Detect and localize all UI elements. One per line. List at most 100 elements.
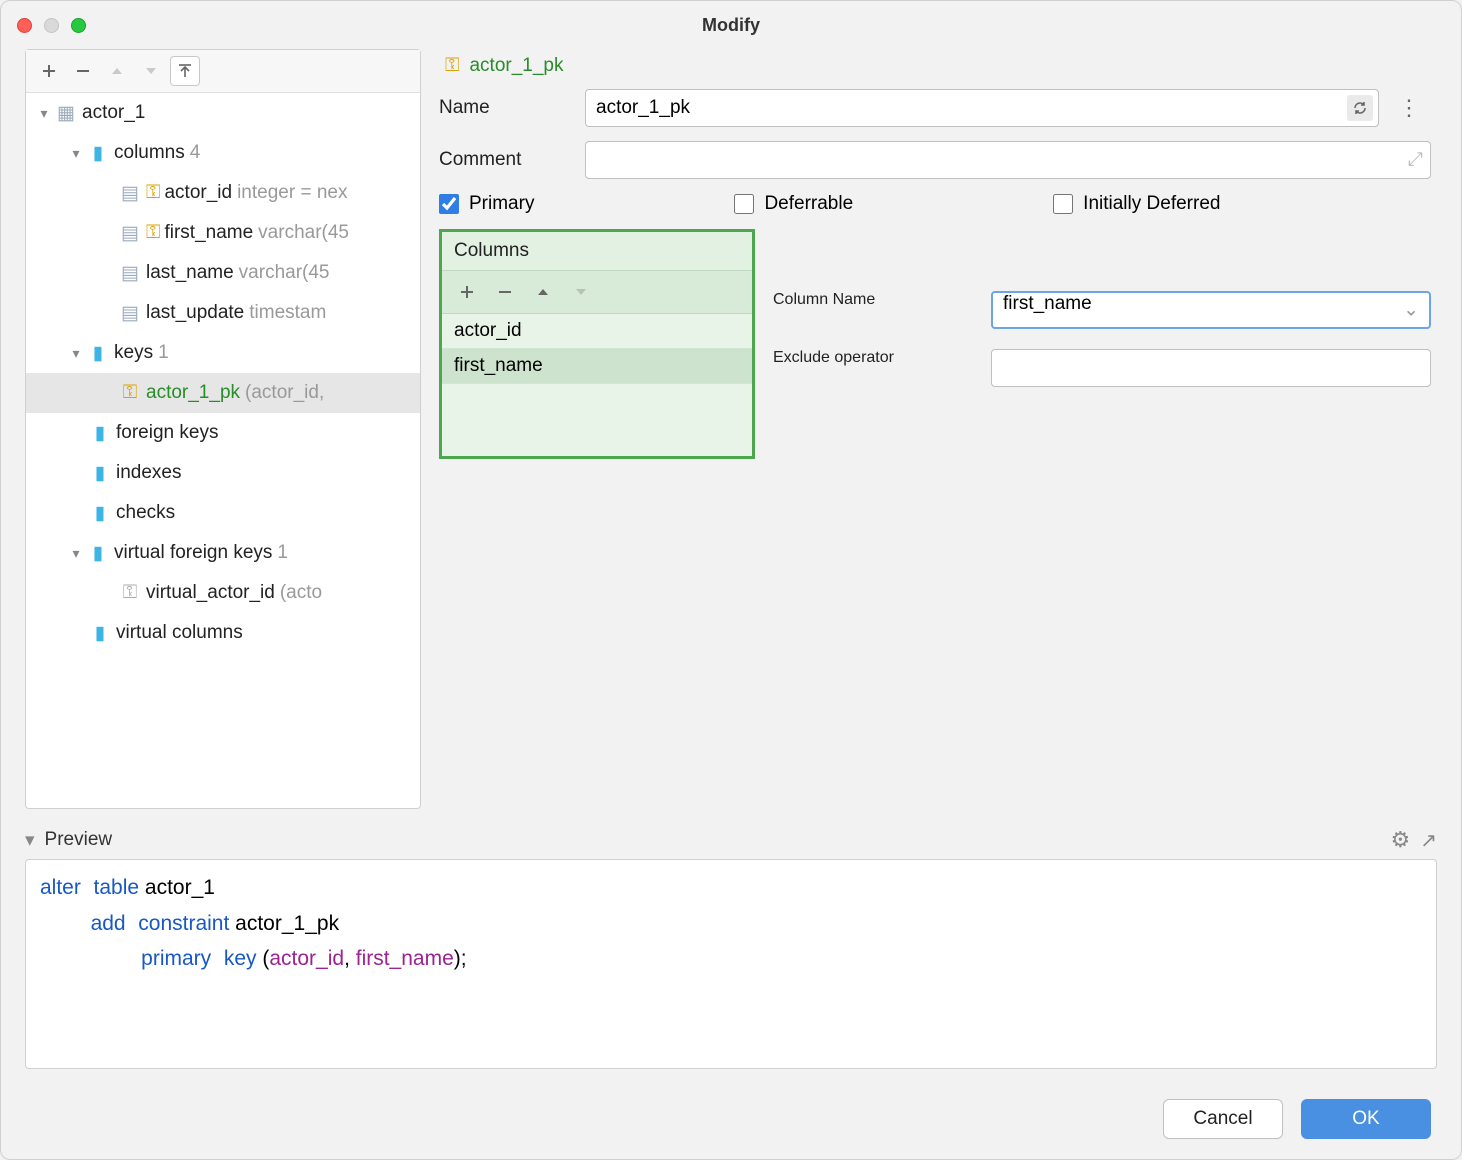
col-add-button[interactable] — [452, 277, 482, 307]
key-name: actor_1_pk — [146, 382, 240, 404]
tree-col-actor-id[interactable]: ▤⚿ actor_id integer = nex — [26, 173, 420, 213]
tree-col-first-name[interactable]: ▤⚿ first_name varchar(45 — [26, 213, 420, 253]
folder-icon: ▮ — [86, 542, 110, 565]
column-name-value: first_name — [1003, 293, 1092, 314]
deferrable-checkbox-label: Deferrable — [764, 193, 853, 215]
collapse-button[interactable] — [170, 56, 200, 86]
column-name-combo[interactable]: first_name ⌄ — [991, 291, 1431, 329]
column-icon: ▤ — [118, 302, 142, 325]
tree-vfk[interactable]: ▾ ▮ virtual foreign keys 1 — [26, 533, 420, 573]
tree-vcols-label: virtual columns — [116, 622, 243, 644]
initdef-checkbox-input[interactable] — [1053, 194, 1073, 214]
col: first_name — [356, 947, 454, 970]
tree-keys-count: 1 — [153, 342, 169, 364]
tree-keys[interactable]: ▾ ▮ keys 1 — [26, 333, 420, 373]
col-remove-button[interactable] — [490, 277, 520, 307]
initdef-checkbox[interactable]: Initially Deferred — [1053, 193, 1220, 215]
column-icon: ▤ — [118, 222, 142, 245]
folder-icon: ▮ — [88, 462, 112, 485]
cancel-button[interactable]: Cancel — [1163, 1099, 1283, 1139]
expand-icon[interactable]: ⤢ — [1408, 149, 1423, 171]
form: Name ⋮ Comment ⤢ Primary Deferrable — [433, 89, 1437, 229]
tree-toolbar — [26, 50, 420, 93]
key-icon: ⚿ — [118, 582, 142, 604]
id: actor_1 — [139, 876, 215, 899]
col-name: last_name — [146, 262, 234, 284]
tree-col-last-update[interactable]: ▤ last_update timestam — [26, 293, 420, 333]
columns-area: Columns actor_id first_name — [433, 229, 1437, 809]
tree-root[interactable]: ▾ ▦ actor_1 — [26, 93, 420, 133]
folder-icon: ▮ — [88, 502, 112, 525]
down-button[interactable] — [136, 56, 166, 86]
top-area: ▾ ▦ actor_1 ▾ ▮ columns 4 ▤⚿ actor_id in… — [25, 49, 1437, 809]
tree-key-actor1pk[interactable]: ⚿ actor_1_pk (actor_id, — [26, 373, 420, 413]
preview-header[interactable]: ▾ Preview ⚙ ↗ — [25, 821, 1437, 859]
comment-label: Comment — [439, 149, 569, 171]
tree-columns[interactable]: ▾ ▮ columns 4 — [26, 133, 420, 173]
kw: alter — [40, 876, 81, 899]
id: actor_1_pk — [229, 912, 339, 935]
folder-icon: ▮ — [86, 142, 110, 165]
tree-foreign-keys[interactable]: ▮ foreign keys — [26, 413, 420, 453]
titlebar: Modify — [1, 1, 1461, 49]
col-name: first_name — [164, 222, 253, 244]
name-input[interactable] — [585, 89, 1379, 127]
up-button[interactable] — [102, 56, 132, 86]
key-sub: (actor_id, — [240, 382, 324, 404]
sql-preview[interactable]: alter table actor_1 add constraint actor… — [25, 859, 1437, 1069]
dialog-buttons: Cancel OK — [25, 1081, 1437, 1139]
comment-input[interactable] — [585, 141, 1431, 179]
preview-title: Preview — [45, 829, 113, 851]
deferrable-checkbox[interactable]: Deferrable — [734, 193, 853, 215]
exclude-input[interactable] — [991, 349, 1431, 387]
object-tree[interactable]: ▾ ▦ actor_1 ▾ ▮ columns 4 ▤⚿ actor_id in… — [26, 93, 420, 808]
tree-col-last-name[interactable]: ▤ last_name varchar(45 — [26, 253, 420, 293]
gear-icon[interactable]: ⚙ — [1391, 827, 1411, 853]
details-panel: ⚿ actor_1_pk Name ⋮ Comment ⤢ — [433, 49, 1437, 809]
key-icon: ⚿ — [445, 55, 459, 77]
deferrable-checkbox-input[interactable] — [734, 194, 754, 214]
more-button[interactable]: ⋮ — [1395, 95, 1423, 121]
cols-item-label: actor_id — [454, 320, 522, 341]
col-name: actor_id — [164, 182, 232, 204]
column-name-label: Column Name — [773, 291, 973, 329]
cols-item-first-name[interactable]: first_name — [442, 349, 752, 384]
tree-vfk-item[interactable]: ⚿ virtual_actor_id (acto — [26, 573, 420, 613]
tree-vfk-count: 1 — [272, 542, 288, 564]
refresh-icon[interactable] — [1347, 95, 1373, 121]
col-up-button[interactable] — [528, 277, 558, 307]
col-down-button[interactable] — [566, 277, 596, 307]
details-header: ⚿ actor_1_pk — [433, 49, 1437, 89]
tree-checks[interactable]: ▮ checks — [26, 493, 420, 533]
columns-list[interactable]: actor_id first_name — [442, 314, 752, 456]
kw: primary — [141, 947, 211, 970]
columns-title: Columns — [442, 232, 752, 271]
primary-checkbox[interactable]: Primary — [439, 193, 534, 215]
cols-item-actor-id[interactable]: actor_id — [442, 314, 752, 349]
popout-icon[interactable]: ↗ — [1420, 828, 1437, 853]
chevron-down-icon: ▾ — [66, 345, 86, 362]
vfk-name: virtual_actor_id — [146, 582, 275, 604]
column-form: Column Name first_name ⌄ Exclude operato… — [773, 229, 1431, 809]
primary-checkbox-input[interactable] — [439, 194, 459, 214]
primary-checkbox-label: Primary — [469, 193, 534, 215]
paren: ( — [257, 947, 270, 970]
kw: key — [224, 947, 257, 970]
main-area: ▾ ▦ actor_1 ▾ ▮ columns 4 ▤⚿ actor_id in… — [1, 49, 1461, 1159]
tree-indexes[interactable]: ▮ indexes — [26, 453, 420, 493]
ok-button[interactable]: OK — [1301, 1099, 1431, 1139]
add-button[interactable] — [34, 56, 64, 86]
vfk-sub: (acto — [275, 582, 322, 604]
cancel-label: Cancel — [1193, 1108, 1252, 1130]
column-icon: ▤ — [118, 262, 142, 285]
remove-button[interactable] — [68, 56, 98, 86]
tree-columns-label: columns — [114, 142, 185, 164]
chevron-down-icon: ▾ — [66, 145, 86, 162]
tree-idx-label: indexes — [116, 462, 182, 484]
tree-root-label: actor_1 — [82, 102, 145, 124]
tree-vcols[interactable]: ▮ virtual columns — [26, 613, 420, 653]
sep: , — [344, 947, 356, 970]
paren: ); — [454, 947, 467, 970]
cols-item-label: first_name — [454, 355, 543, 376]
col-type: timestam — [244, 302, 326, 324]
